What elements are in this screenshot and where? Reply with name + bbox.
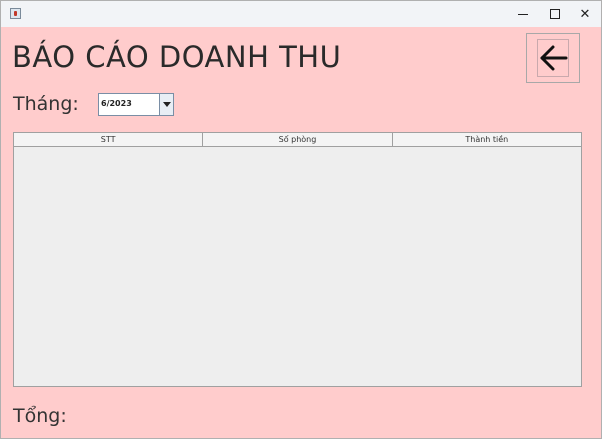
close-button[interactable]: ✕ bbox=[569, 1, 601, 27]
month-label: Tháng: bbox=[13, 93, 79, 115]
month-select-value: 6/2023 bbox=[101, 99, 132, 108]
maximize-icon bbox=[550, 9, 560, 19]
java-app-icon bbox=[10, 8, 21, 19]
maximize-button[interactable] bbox=[539, 1, 571, 27]
back-button-frame bbox=[526, 33, 580, 83]
minimize-icon bbox=[518, 13, 528, 15]
chevron-down-icon bbox=[162, 102, 171, 107]
window-titlebar[interactable]: ✕ bbox=[1, 1, 601, 27]
page-title: BÁO CÁO DOANH THU bbox=[12, 40, 342, 74]
main-panel: BÁO CÁO DOANH THU Tháng: 6/2023 STT Số p… bbox=[1, 27, 601, 438]
month-select-arrow[interactable] bbox=[159, 94, 173, 115]
month-select[interactable]: 6/2023 bbox=[98, 93, 174, 116]
app-window: ✕ BÁO CÁO DOANH THU Tháng: 6/2023 STT Số… bbox=[0, 0, 602, 439]
column-header-amount[interactable]: Thành tiền bbox=[393, 133, 581, 146]
column-header-room-count[interactable]: Số phòng bbox=[203, 133, 393, 146]
back-button[interactable] bbox=[537, 39, 569, 77]
arrow-left-icon bbox=[540, 45, 568, 71]
revenue-table[interactable]: STT Số phòng Thành tiền bbox=[13, 132, 582, 387]
minimize-button[interactable] bbox=[507, 1, 539, 27]
table-header: STT Số phòng Thành tiền bbox=[14, 133, 581, 147]
column-header-stt[interactable]: STT bbox=[14, 133, 204, 146]
close-icon: ✕ bbox=[579, 6, 591, 22]
total-label: Tổng: bbox=[13, 405, 67, 427]
